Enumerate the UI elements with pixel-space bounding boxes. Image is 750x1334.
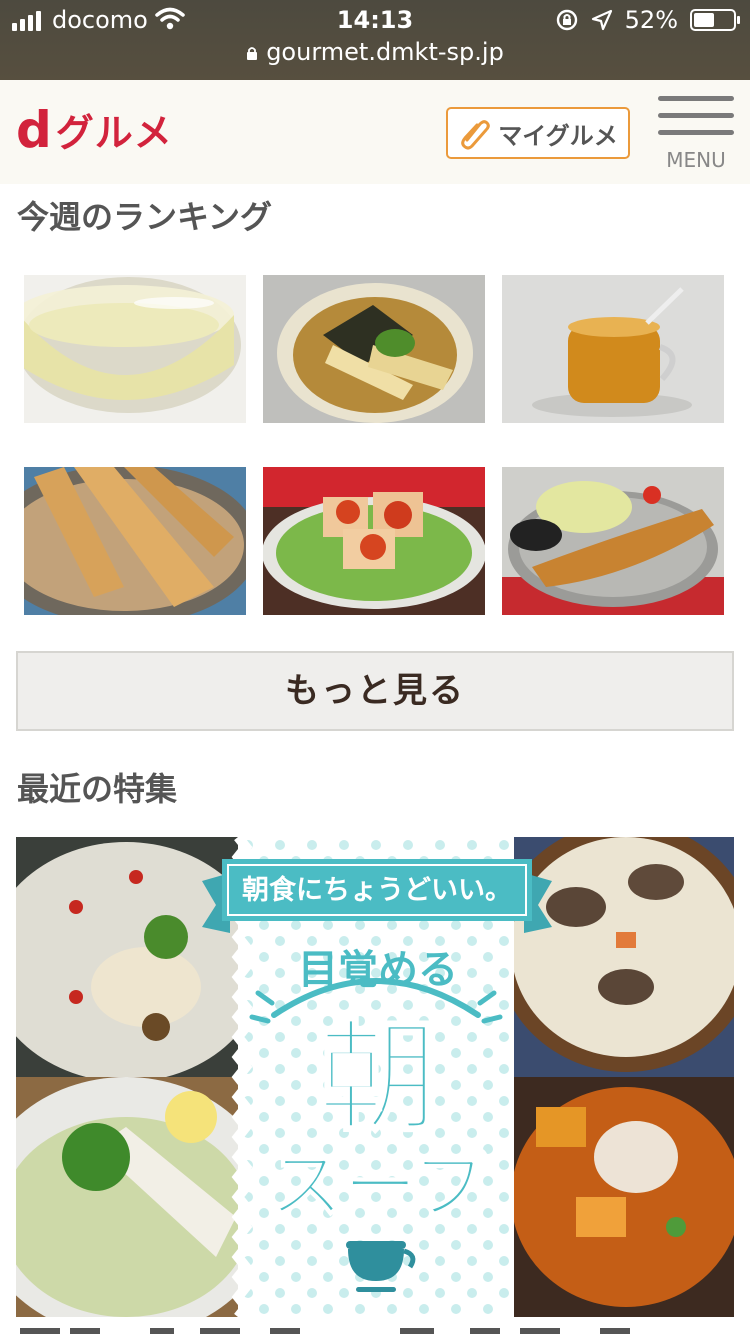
banner-ribbon-text: 朝食にちょうどいい。: [242, 874, 512, 906]
clear-soup-photo[interactable]: [24, 275, 246, 423]
morning-soup-feature-banner[interactable]: 朝食にちょうどいい。 目覚める 朝 スープ: [16, 837, 734, 1317]
logo-text: グルメ: [55, 111, 173, 155]
location-arrow-icon: [591, 9, 612, 31]
orientation-lock-icon: [556, 9, 577, 31]
my-gourmet-button[interactable]: マイグルメ: [446, 107, 630, 159]
battery-icon: [690, 9, 740, 31]
lock-icon: [247, 47, 258, 60]
battery-percent: 52%: [624, 6, 678, 34]
tofu-chili-sauce-photo[interactable]: [263, 467, 485, 615]
banner-headline-small: 目覚める: [298, 947, 458, 993]
more-button[interactable]: もっと見る: [16, 651, 734, 731]
simmered-bamboo-shoot-photo[interactable]: [263, 275, 485, 423]
url-bar[interactable]: gourmet.dmkt-sp.jp: [0, 38, 750, 66]
my-gourmet-label: マイグルメ: [498, 121, 618, 150]
hamburger-icon: [658, 96, 734, 101]
amber-tea-photo[interactable]: [502, 275, 724, 423]
banner-headline-kanji: 朝: [318, 1009, 438, 1148]
url-text: gourmet.dmkt-sp.jp: [266, 38, 504, 66]
features-title: 最近の特集: [17, 770, 178, 808]
site-logo[interactable]: d グルメ: [16, 102, 173, 157]
site-header: d グルメ マイグルメ MENU: [0, 80, 750, 184]
menu-label: MENU: [666, 148, 726, 172]
paperclip-icon: [461, 120, 490, 150]
grilled-bamboo-shoot-photo[interactable]: [24, 467, 246, 615]
menu-button[interactable]: MENU: [658, 96, 736, 172]
status-bar: docomo 14:13 52%: [0, 0, 750, 40]
fried-fish-cutlet-photo[interactable]: [502, 467, 724, 615]
ranking-title: 今週のランキング: [17, 198, 273, 236]
browser-chrome: docomo 14:13 52% gourmet.dmkt-sp.jp: [0, 0, 750, 80]
banner-headline-katakana: スープ: [269, 1143, 487, 1229]
logo-d: d: [16, 100, 52, 159]
banner-caption-cutoff: [0, 1318, 750, 1334]
